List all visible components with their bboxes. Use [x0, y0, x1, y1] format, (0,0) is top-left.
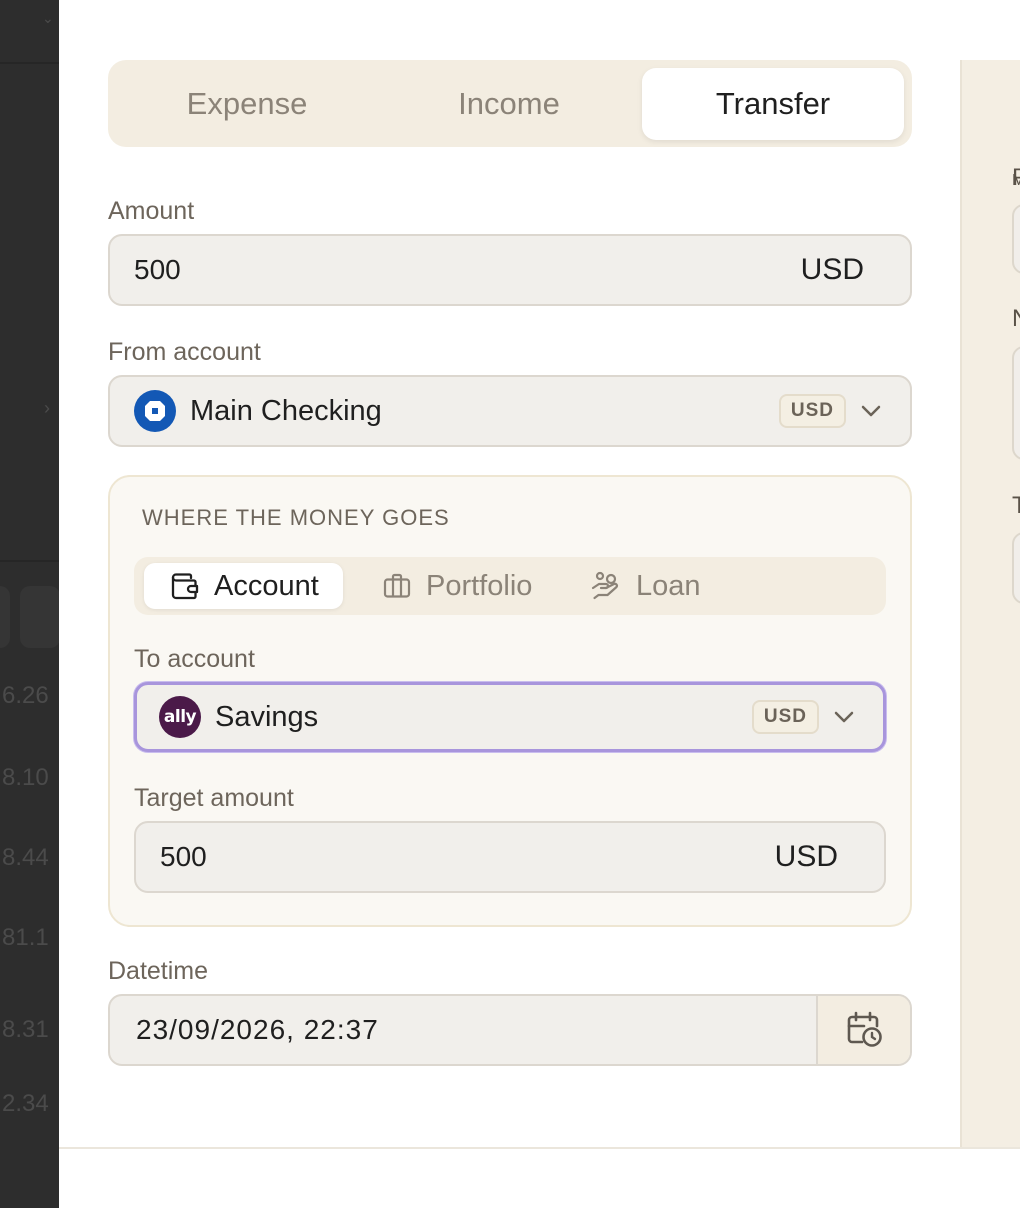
tab-income[interactable]: Income: [378, 68, 640, 140]
side-panel: M P N T: [960, 60, 1020, 1148]
background-button: [20, 586, 59, 648]
tab-expense[interactable]: Expense: [116, 68, 378, 140]
background-value: 8.44: [2, 844, 49, 871]
from-account-select[interactable]: Main Checking USD: [108, 375, 912, 447]
background-value: 6.26: [2, 682, 49, 709]
side-panel-label: T: [1012, 492, 1020, 520]
datetime-input[interactable]: 23/09/2026, 22:37: [108, 994, 912, 1066]
tab-transfer[interactable]: Transfer: [642, 68, 904, 140]
target-amount-value: 500: [160, 841, 207, 872]
transaction-type-tabs: Expense Income Transfer: [108, 60, 912, 147]
destination-card: WHERE THE MONEY GOES Account Portfolio L…: [108, 475, 912, 927]
to-account-label: To account: [134, 645, 255, 673]
background-value: 81.1: [2, 924, 49, 951]
tab-portfolio[interactable]: Portfolio: [372, 563, 542, 609]
chase-logo-icon: [134, 390, 176, 432]
to-account-select[interactable]: ally Savings USD: [134, 682, 886, 752]
amount-value: 500: [134, 254, 181, 285]
tab-account[interactable]: Account: [144, 563, 343, 609]
target-amount-input[interactable]: 500 USD: [134, 821, 886, 893]
transaction-modal: M P N T Expense Income Transfer Amount 5…: [59, 0, 1020, 1208]
to-account-name: Savings: [215, 700, 319, 733]
target-amount-label: Target amount: [134, 784, 294, 812]
ally-logo-icon: ally: [159, 696, 201, 738]
chevron-right-icon: ›: [44, 398, 50, 418]
datetime-picker-button[interactable]: [816, 996, 910, 1064]
wallet-icon: [171, 573, 199, 600]
briefcase-icon: [383, 573, 411, 598]
transaction-form: Expense Income Transfer Amount 500 USD F…: [108, 60, 912, 1066]
background-value: 2.34: [2, 1090, 49, 1117]
destination-type-tabs: Account Portfolio Loan: [134, 557, 886, 615]
chevron-down-icon: ⌄: [42, 10, 54, 26]
datetime-label: Datetime: [108, 957, 209, 985]
amount-currency: USD: [800, 253, 864, 286]
currency-badge: USD: [751, 700, 819, 734]
chevron-down-icon: [854, 404, 888, 418]
tab-account-label: Account: [214, 569, 319, 602]
background-button: [0, 586, 10, 648]
side-panel-label: P: [1012, 164, 1020, 192]
from-account-label: From account: [108, 338, 261, 366]
divider: [0, 62, 59, 64]
side-panel-field[interactable]: [1012, 204, 1020, 274]
target-amount-currency: USD: [774, 840, 838, 873]
amount-input[interactable]: 500 USD: [108, 234, 912, 306]
side-panel-field[interactable]: [1012, 346, 1020, 460]
hand-coins-icon: [591, 571, 618, 600]
tab-portfolio-label: Portfolio: [426, 569, 533, 602]
chevron-down-icon: [827, 710, 861, 724]
currency-badge: USD: [778, 394, 846, 428]
amount-label: Amount: [108, 197, 195, 225]
tab-loan-label: Loan: [636, 569, 701, 602]
background-value: 8.10: [2, 764, 49, 791]
divider: [0, 560, 59, 562]
calendar-clock-icon: [847, 1011, 882, 1047]
footer-divider: [59, 1147, 1020, 1149]
background-page: ⌄ › 6.26 8.10 8.44 81.1 8.31 2.34: [0, 0, 59, 1208]
background-value: 8.31: [2, 1016, 49, 1043]
from-account-name: Main Checking: [190, 394, 382, 427]
side-panel-label: N: [1012, 305, 1020, 333]
datetime-value: 23/09/2026, 22:37: [136, 1014, 379, 1045]
side-panel-field[interactable]: [1012, 532, 1020, 604]
destination-title: WHERE THE MONEY GOES: [142, 505, 450, 530]
tab-loan[interactable]: Loan: [580, 563, 711, 609]
